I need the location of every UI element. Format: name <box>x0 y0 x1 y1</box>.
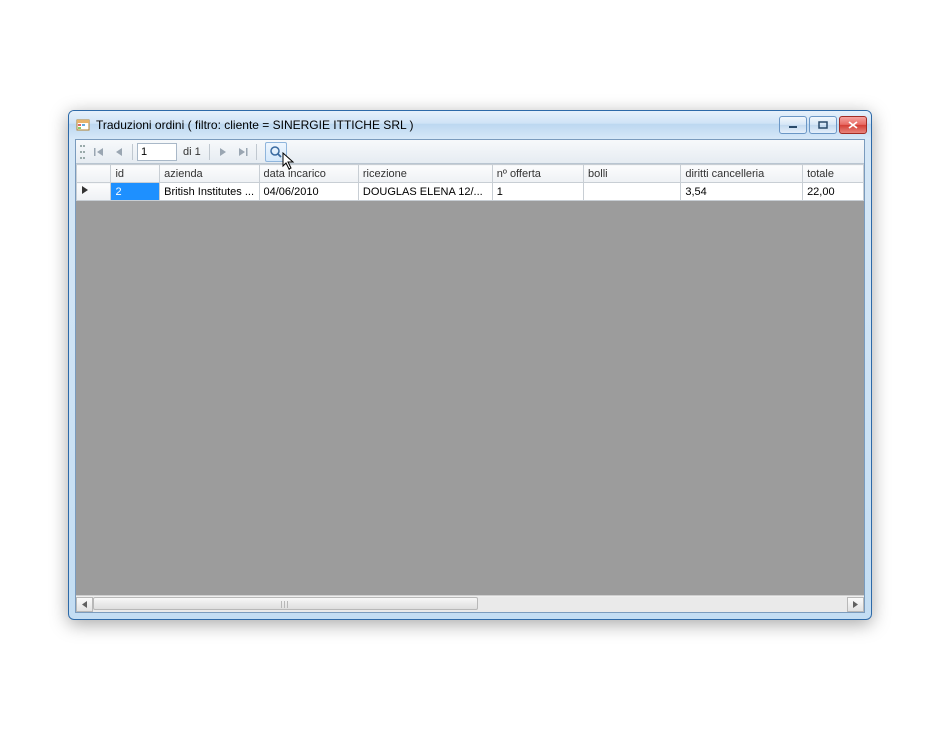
cell-bolli[interactable] <box>584 183 681 201</box>
window-title: Traduzioni ordini ( filtro: cliente = SI… <box>96 118 779 132</box>
window-controls <box>779 116 867 134</box>
app-icon <box>75 117 91 133</box>
nav-first-button[interactable] <box>90 143 108 161</box>
table-row[interactable]: 2 British Institutes ... 04/06/2010 DOUG… <box>77 183 864 201</box>
scroll-right-button[interactable] <box>847 597 864 612</box>
col-n-offerta[interactable]: nº offerta <box>492 165 583 183</box>
cell-diritti-cancelleria[interactable]: 3,54 <box>681 183 803 201</box>
cell-ricezione[interactable]: DOUGLAS ELENA 12/... <box>358 183 492 201</box>
col-azienda[interactable]: azienda <box>160 165 259 183</box>
data-grid[interactable]: id azienda data incarico ricezione nº of… <box>76 164 864 612</box>
col-bolli[interactable]: bolli <box>584 165 681 183</box>
nav-next-button[interactable] <box>214 143 232 161</box>
nav-last-button[interactable] <box>234 143 252 161</box>
cell-totale[interactable]: 22,00 <box>803 183 864 201</box>
cell-id[interactable]: 2 <box>111 183 160 201</box>
header-row: id azienda data incarico ricezione nº of… <box>77 165 864 183</box>
col-data-incarico[interactable]: data incarico <box>259 165 358 183</box>
scroll-thumb[interactable] <box>93 597 478 610</box>
search-button[interactable] <box>265 142 287 162</box>
row-indicator[interactable] <box>77 183 111 201</box>
row-header-corner[interactable] <box>77 165 111 183</box>
horizontal-scrollbar[interactable] <box>76 595 864 612</box>
nav-prev-button[interactable] <box>110 143 128 161</box>
page-total-label: di 1 <box>179 146 205 158</box>
page-number-input[interactable] <box>137 143 177 161</box>
col-diritti-cancelleria[interactable]: diritti cancelleria <box>681 165 803 183</box>
col-totale[interactable]: totale <box>803 165 864 183</box>
close-button[interactable] <box>839 116 867 134</box>
grid-empty-area <box>76 201 864 595</box>
col-ricezione[interactable]: ricezione <box>358 165 492 183</box>
cell-azienda[interactable]: British Institutes ... <box>160 183 259 201</box>
col-id[interactable]: id <box>111 165 160 183</box>
scroll-left-button[interactable] <box>76 597 93 612</box>
minimize-button[interactable] <box>779 116 807 134</box>
titlebar[interactable]: Traduzioni ordini ( filtro: cliente = SI… <box>69 111 871 139</box>
client-area: di 1 <box>75 139 865 613</box>
app-window: Traduzioni ordini ( filtro: cliente = SI… <box>68 110 872 620</box>
binding-navigator: di 1 <box>76 140 864 164</box>
maximize-button[interactable] <box>809 116 837 134</box>
cell-n-offerta[interactable]: 1 <box>492 183 583 201</box>
scroll-track[interactable] <box>93 597 847 612</box>
toolbar-grip <box>80 145 86 159</box>
cell-data-incarico[interactable]: 04/06/2010 <box>259 183 358 201</box>
